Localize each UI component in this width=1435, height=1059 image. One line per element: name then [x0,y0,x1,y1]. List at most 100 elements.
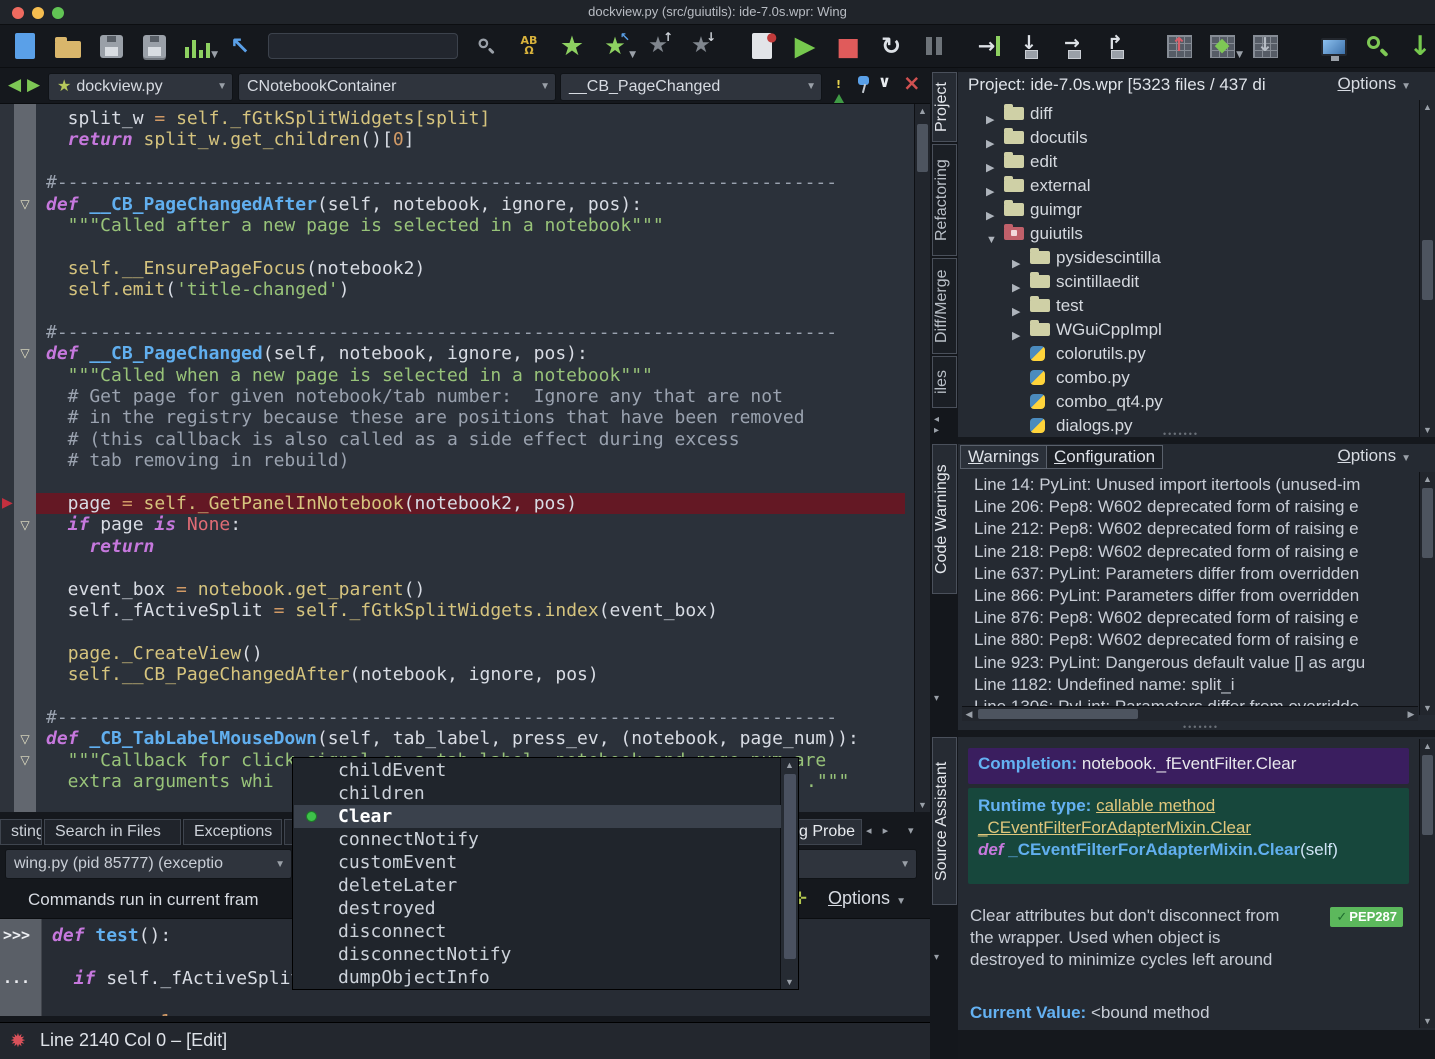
code-line[interactable]: def __CB_PageChangedAfter(self, notebook… [0,194,905,215]
dropdown-caret-icon[interactable]: ▼ [1236,50,1243,60]
side-tab-source-assistant[interactable]: Source Assistant [932,737,957,905]
save-icon[interactable] [96,30,126,62]
nav-forward-icon[interactable]: ▶ [27,75,40,95]
runtime-type-link2[interactable]: _CEventFilterForAdapterMixin.Clear [978,818,1251,837]
tab-configuration[interactable]: Configuration [1046,445,1163,469]
code-line[interactable] [0,301,905,322]
tool-tab-search-in-files[interactable]: Search in Files [44,819,181,845]
nav-back-icon[interactable]: ◀ [8,75,21,95]
step-over-icon[interactable]: → [1060,30,1090,62]
tool-tab-debug-probe[interactable]: g Probe [788,819,862,845]
code-line[interactable]: def __CB_PageChanged(self, notebook, ign… [0,343,905,364]
fold-marker-icon[interactable]: ▽ [15,194,35,215]
side-tab-refactoring[interactable]: Refactoring [932,144,957,256]
warning-row[interactable]: Line 1182: Undefined name: split_i [974,674,1235,696]
stack-down-icon[interactable]: ↓ [1250,30,1280,62]
warning-row[interactable]: Line 923: PyLint: Dangerous default valu… [974,652,1365,674]
side-tab-iles[interactable]: iles [932,356,957,408]
warnings-indicator-icon[interactable]: ! [830,75,848,94]
new-file-icon[interactable] [10,30,40,62]
warnings-options-button[interactable]: Options▼ [1337,446,1411,466]
tree-item-docutils[interactable]: ▶docutils [958,126,1088,150]
tree-item-WGuiCppImpl[interactable]: ▶WGuiCppImpl [958,318,1162,342]
code-line[interactable]: # Get page for given notebook/tab number… [0,386,905,407]
stack-up-icon[interactable]: ↑ [1164,30,1194,62]
tree-item-guiutils[interactable]: ▼guiutils [958,222,1083,246]
runtime-type-link[interactable]: callable method [1096,796,1215,815]
code-line[interactable]: # (this callback is also called as a sid… [0,429,905,450]
debug-restart-icon[interactable]: ↻ [876,30,906,62]
warnings-hscrollbar[interactable]: ◀ ▶ [962,706,1418,721]
completion-item-disconnectNotify[interactable]: disconnectNotify [294,943,781,966]
debug-run-icon[interactable]: ▶ [790,30,820,62]
collapse-chevron-icon[interactable]: ∨ [878,72,891,91]
tool-tab-exceptions[interactable]: Exceptions [183,819,282,845]
fold-marker-icon[interactable]: ▽ [15,750,35,771]
completion-item-destroyed[interactable]: destroyed [294,897,781,920]
tree-item-guimgr[interactable]: ▶guimgr [958,198,1082,222]
tab-warnings[interactable]: Warnings [960,445,1047,469]
tree-item-combo-py[interactable]: combo.py [958,366,1130,390]
code-editor[interactable]: split_w = self._fGtkSplitWidgets[split] … [0,103,930,812]
code-line[interactable]: return [0,536,905,557]
warning-row[interactable]: Line 876: Pep8: W602 deprecated form of … [974,607,1359,629]
code-line[interactable]: # tab removing in rebuild) [0,450,905,471]
code-line[interactable]: # in the registry because these are posi… [0,407,905,428]
tab-scroll-arrows[interactable]: ◂ ▸ [866,824,892,837]
debug-process-selector[interactable]: wing.py (pid 85777) (exceptio ▼ [5,849,292,879]
code-line[interactable] [0,621,905,642]
completion-item-children[interactable]: children [294,782,781,805]
tree-item-edit[interactable]: ▶edit [958,150,1057,174]
side-tab-project[interactable]: Project [932,72,957,142]
toolbar-search-input[interactable] [268,33,458,59]
bookmark-next-icon[interactable]: ★↓ [686,30,716,62]
code-line[interactable]: self.__EnsurePageFocus(notebook2) [0,258,905,279]
code-line[interactable]: """Called when a new page is selected in… [0,365,905,386]
editor-vscrollbar[interactable]: ▲ ▼ [914,104,930,812]
completion-item-Clear[interactable]: Clear [294,805,781,828]
code-line[interactable]: #---------------------------------------… [0,707,905,728]
probe-options-button[interactable]: Options▼ [828,888,906,909]
debug-pause-icon[interactable] [919,30,949,62]
code-line[interactable]: #---------------------------------------… [0,172,905,193]
warning-row[interactable]: Line 206: Pep8: W602 deprecated form of … [974,496,1359,518]
code-line[interactable]: page = self._GetPanelInNotebook(notebook… [36,493,905,514]
select-pointer-icon[interactable]: ↖ [225,30,255,62]
warning-row[interactable]: Line 14: PyLint: Unused import itertools… [974,474,1360,496]
step-down-icon[interactable]: ↓ [1017,30,1047,62]
debug-io-icon[interactable] [1319,30,1349,62]
tree-item-test[interactable]: ▶test [958,294,1083,318]
code-line[interactable] [0,472,905,493]
tree-item-external[interactable]: ▶external [958,174,1090,198]
bookmark-select-icon[interactable]: ★↖▼ [600,30,630,62]
fold-marker-icon[interactable]: ▽ [15,343,35,364]
tool-tab-sting[interactable]: sting [0,819,42,845]
tree-item-diff[interactable]: ▶diff [958,102,1052,126]
warning-row[interactable]: Line 218: Pep8: W602 deprecated form of … [974,541,1359,563]
tree-item-combo-qt4-py[interactable]: combo_qt4.py [958,390,1163,414]
warning-row[interactable]: Line 880: Pep8: W602 deprecated form of … [974,629,1359,651]
close-editor-icon[interactable]: × [903,71,921,95]
code-line[interactable]: self.__CB_PageChangedAfter(notebook, ign… [0,664,905,685]
tree-item-dialogs-py[interactable]: dialogs.py [958,414,1133,437]
open-file-icon[interactable] [53,30,83,62]
completion-item-disconnect[interactable]: disconnect [294,920,781,943]
code-line[interactable]: if page is None: [0,514,905,535]
tree-item-pysidescintilla[interactable]: ▶pysidescintilla [958,246,1161,270]
bookmark-prev-icon[interactable]: ★↑ [643,30,673,62]
warning-row[interactable]: Line 866: PyLint: Parameters differ from… [974,585,1359,607]
tab-scroll-arrows[interactable]: ▾ [934,693,939,704]
dropdown-caret-icon[interactable]: ▼ [629,50,636,60]
fold-marker-icon[interactable]: ▽ [15,729,35,750]
goto-line-icon[interactable]: ↓ [1405,30,1435,62]
search-icon[interactable] [471,30,501,62]
save-all-icon[interactable] [139,30,169,62]
class-selector[interactable]: CNotebookContainer ▼ [238,73,556,101]
project-options-button[interactable]: Options▼ [1337,74,1411,94]
assistant-vscrollbar[interactable]: ▲ ▼ [1419,739,1435,1028]
side-tab-diff-merge[interactable]: Diff/Merge [932,258,957,354]
side-tab-code-warnings[interactable]: Code Warnings [932,444,957,594]
code-line[interactable]: #---------------------------------------… [0,322,905,343]
code-line[interactable]: self.emit('title-changed') [0,279,905,300]
tab-overflow-icon[interactable]: ▾ [908,824,918,837]
